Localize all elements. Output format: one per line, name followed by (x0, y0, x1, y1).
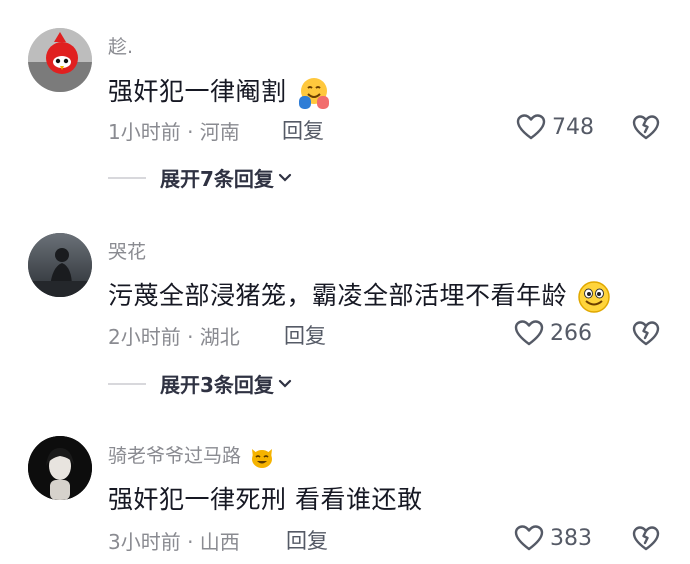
time-location: 2小时前 · 湖北 (108, 325, 240, 349)
avatar-portrait-icon (28, 436, 92, 500)
time-location: 3小时前 · 山西 (108, 530, 240, 554)
expand-replies-button[interactable]: 展开7条回复 (108, 163, 292, 192)
like-button[interactable]: 383 (514, 524, 592, 552)
expand-replies-label: 展开7条回复 (160, 167, 274, 191)
avatar-silhouette-icon (28, 233, 92, 297)
like-button[interactable]: 748 (516, 113, 594, 141)
reply-button[interactable]: 回复 (286, 525, 328, 555)
avatar-red-bird-icon (28, 28, 92, 92)
heart-outline-icon (514, 525, 544, 551)
reply-button[interactable]: 回复 (282, 115, 324, 145)
chevron-down-icon (278, 379, 292, 388)
smiling-face-icon (578, 281, 611, 313)
like-count: 748 (552, 114, 594, 140)
dislike-button[interactable] (632, 320, 660, 352)
username[interactable]: 哭花 (108, 237, 146, 264)
comment-text: 污蔑全部浸猪笼，霸凌全部活埋不看年龄 (108, 276, 611, 314)
time-location: 1小时前 · 河南 (108, 120, 240, 144)
username[interactable]: 趁. (108, 32, 133, 59)
expand-replies-button[interactable]: 展开3条回复 (108, 369, 292, 398)
avatar[interactable] (28, 436, 92, 500)
comment-text: 强奸犯一律死刑 看看谁还敢 (108, 485, 423, 514)
comment-text-content: 污蔑全部浸猪笼，霸凌全部活埋不看年龄 (108, 281, 568, 310)
username-text: 骑老爷爷过马路 (108, 445, 242, 467)
divider-line (108, 176, 146, 179)
heart-outline-icon (516, 114, 546, 140)
avatar[interactable] (28, 233, 92, 297)
broken-heart-icon (632, 115, 660, 140)
cat-face-icon (252, 448, 273, 468)
divider-line (108, 382, 146, 385)
hugging-face-icon (298, 78, 329, 109)
dislike-button[interactable] (632, 525, 660, 557)
dislike-button[interactable] (632, 114, 660, 146)
chevron-down-icon (278, 173, 292, 182)
like-count: 266 (550, 320, 592, 346)
broken-heart-icon (632, 526, 660, 551)
comment-text-content: 强奸犯一律阉割 (108, 77, 287, 106)
username[interactable]: 骑老爷爷过马路 (108, 441, 275, 469)
heart-outline-icon (514, 320, 544, 346)
like-button[interactable]: 266 (514, 319, 592, 347)
like-count: 383 (550, 525, 592, 551)
reply-button[interactable]: 回复 (284, 320, 326, 350)
comment-text: 强奸犯一律阉割 (108, 72, 331, 110)
avatar[interactable] (28, 28, 92, 92)
broken-heart-icon (632, 321, 660, 346)
expand-replies-label: 展开3条回复 (160, 373, 274, 397)
